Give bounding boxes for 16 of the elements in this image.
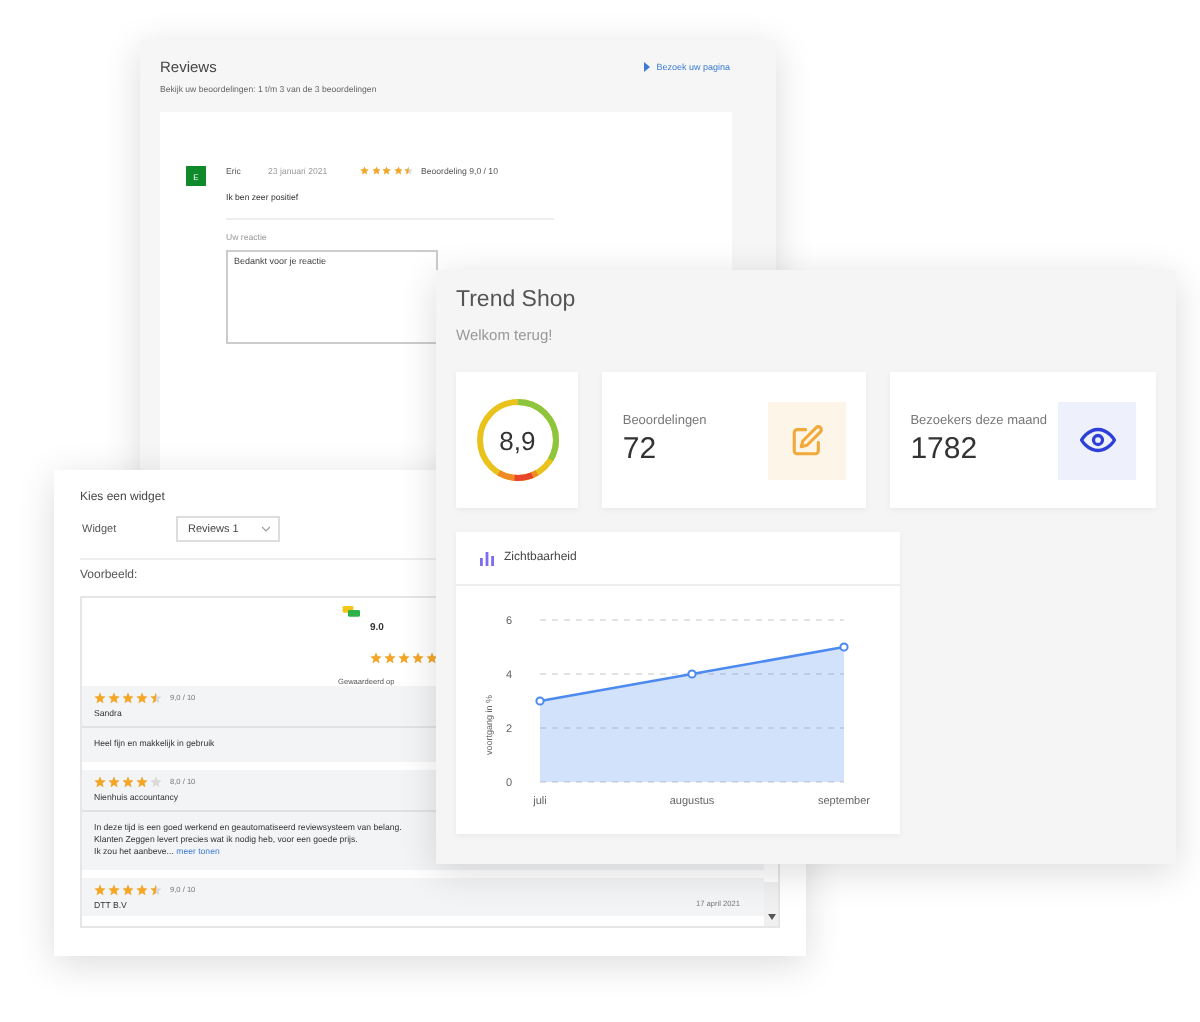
scroll-down-icon [767,914,775,920]
stat-value: 1782 [910,431,980,466]
data-point [535,696,545,706]
bar-chart-icon [480,551,494,565]
eye-icon [1079,426,1115,454]
score-value: 8,9 [499,425,536,455]
edit-icon [790,423,825,457]
speech-bubbles-icon [338,606,366,618]
scroll-down-button[interactable] [764,882,778,926]
stat-value: 72 [622,431,659,466]
data-point [687,669,697,679]
chevron-icon [644,62,651,72]
score-ring-drawing [473,396,562,484]
data-point [839,642,849,652]
shop-title: Trend Shop [456,288,578,312]
caret-icon [262,526,270,532]
